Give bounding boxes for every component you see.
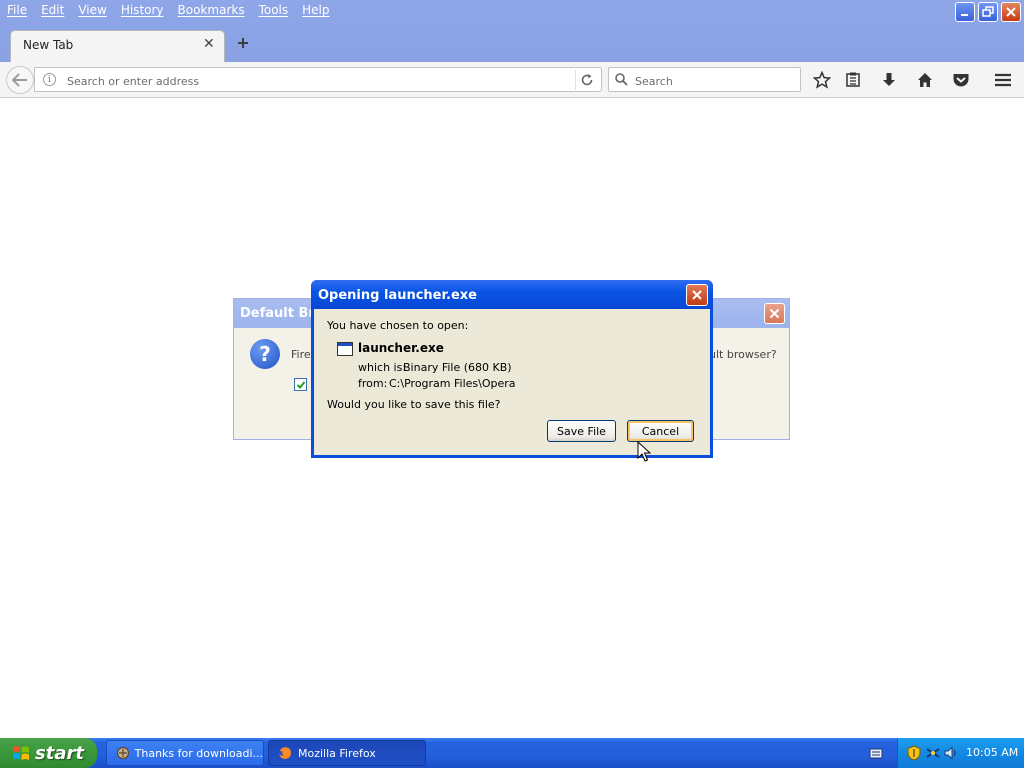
file-source-label: from: bbox=[358, 377, 388, 390]
reload-button[interactable] bbox=[575, 70, 598, 90]
back-button[interactable] bbox=[6, 66, 34, 94]
file-download-dialog: Opening launcher.exe You have chosen to … bbox=[311, 280, 713, 458]
close-icon bbox=[769, 308, 780, 319]
browser-titlebar: File Edit View History Bookmarks Tools H… bbox=[0, 0, 1024, 62]
clock: 10:05 AM bbox=[966, 746, 1019, 759]
minimize-button[interactable] bbox=[955, 2, 975, 22]
start-label: start bbox=[35, 742, 84, 764]
pocket-icon bbox=[953, 74, 969, 87]
file-source-value: C:\Program Files\Opera bbox=[389, 377, 516, 390]
menu-tools[interactable]: Tools bbox=[252, 0, 296, 22]
menu-help[interactable]: Help bbox=[295, 0, 336, 22]
minimize-icon bbox=[961, 14, 968, 16]
tab-close-icon[interactable]: ✕ bbox=[203, 36, 215, 52]
home-icon bbox=[918, 73, 932, 87]
start-button[interactable]: start bbox=[0, 738, 97, 768]
menu-bar: File Edit View History Bookmarks Tools H… bbox=[0, 0, 337, 22]
dialog-body: You have chosen to open: launcher.exe wh… bbox=[314, 309, 710, 455]
menu-file[interactable]: File bbox=[0, 0, 34, 22]
volume-icon[interactable] bbox=[943, 745, 959, 761]
taskbar-item-download-page[interactable]: Thanks for downloadi... bbox=[106, 740, 264, 766]
address-input[interactable] bbox=[65, 71, 559, 91]
new-tab-button[interactable] bbox=[233, 33, 253, 53]
application-file-icon bbox=[337, 342, 353, 356]
keyboard-icon[interactable] bbox=[869, 746, 883, 760]
cancel-button[interactable]: Cancel bbox=[627, 420, 694, 442]
close-icon bbox=[692, 290, 702, 300]
address-bar[interactable]: i bbox=[34, 67, 602, 92]
file-type-value: Binary File (680 KB) bbox=[403, 361, 512, 374]
save-file-button[interactable]: Save File bbox=[547, 420, 616, 442]
reload-icon bbox=[581, 74, 593, 86]
menu-history[interactable]: History bbox=[114, 0, 171, 22]
downloads-button[interactable] bbox=[878, 69, 900, 91]
system-tray: 10:05 AM bbox=[897, 738, 1024, 768]
hamburger-menu-icon bbox=[995, 73, 1011, 87]
search-icon bbox=[615, 73, 628, 86]
dialog-close-button[interactable] bbox=[686, 284, 708, 306]
file-download-dialog-titlebar: Opening launcher.exe bbox=[311, 280, 713, 309]
tab-title: New Tab bbox=[23, 38, 74, 52]
back-arrow-icon bbox=[12, 73, 27, 87]
search-bar[interactable] bbox=[608, 67, 801, 92]
navigation-toolbar: i bbox=[0, 62, 1024, 98]
mouse-cursor-icon bbox=[637, 441, 651, 462]
checkmark-icon bbox=[296, 380, 305, 389]
windows-logo-icon bbox=[13, 746, 29, 760]
home-button[interactable] bbox=[914, 69, 936, 91]
tab-new-tab[interactable]: New Tab ✕ bbox=[10, 30, 225, 62]
dialog-title: Opening launcher.exe bbox=[318, 288, 478, 303]
restore-button[interactable] bbox=[978, 2, 998, 22]
file-name: launcher.exe bbox=[358, 341, 444, 355]
file-type-label: which is: bbox=[358, 361, 407, 374]
info-icon[interactable]: i bbox=[43, 73, 56, 86]
plus-icon bbox=[238, 38, 248, 48]
network-icon[interactable] bbox=[925, 745, 941, 761]
question-icon: ? bbox=[250, 339, 280, 369]
bookmark-star-button[interactable] bbox=[811, 69, 833, 91]
security-shield-icon[interactable] bbox=[907, 745, 921, 761]
always-check-checkbox[interactable] bbox=[294, 378, 307, 391]
search-input[interactable] bbox=[633, 71, 797, 91]
bookmarks-menu-button[interactable] bbox=[842, 69, 864, 91]
taskbar-item-label: Thanks for downloadi... bbox=[134, 746, 263, 760]
menu-bookmarks[interactable]: Bookmarks bbox=[171, 0, 252, 22]
save-question: Would you like to save this file? bbox=[327, 398, 501, 411]
menu-edit[interactable]: Edit bbox=[34, 0, 71, 22]
taskbar-item-firefox[interactable]: Mozilla Firefox bbox=[268, 740, 426, 766]
menu-view[interactable]: View bbox=[71, 0, 113, 22]
default-browser-close-button[interactable] bbox=[764, 303, 785, 324]
download-arrow-icon bbox=[883, 73, 895, 86]
pocket-button[interactable] bbox=[950, 69, 972, 91]
close-icon bbox=[1006, 7, 1016, 17]
open-menu-button[interactable] bbox=[992, 69, 1014, 91]
taskbar-item-label: Mozilla Firefox bbox=[298, 746, 376, 760]
window-close-button[interactable] bbox=[1001, 2, 1021, 22]
default-browser-message-end: ult browser? bbox=[709, 348, 777, 361]
bookmarks-list-icon bbox=[846, 72, 860, 87]
open-prompt-label: You have chosen to open: bbox=[327, 319, 469, 332]
restore-icon bbox=[982, 6, 994, 17]
firefox-icon bbox=[279, 747, 291, 759]
star-icon bbox=[813, 71, 831, 89]
opera-setup-icon bbox=[116, 746, 129, 760]
